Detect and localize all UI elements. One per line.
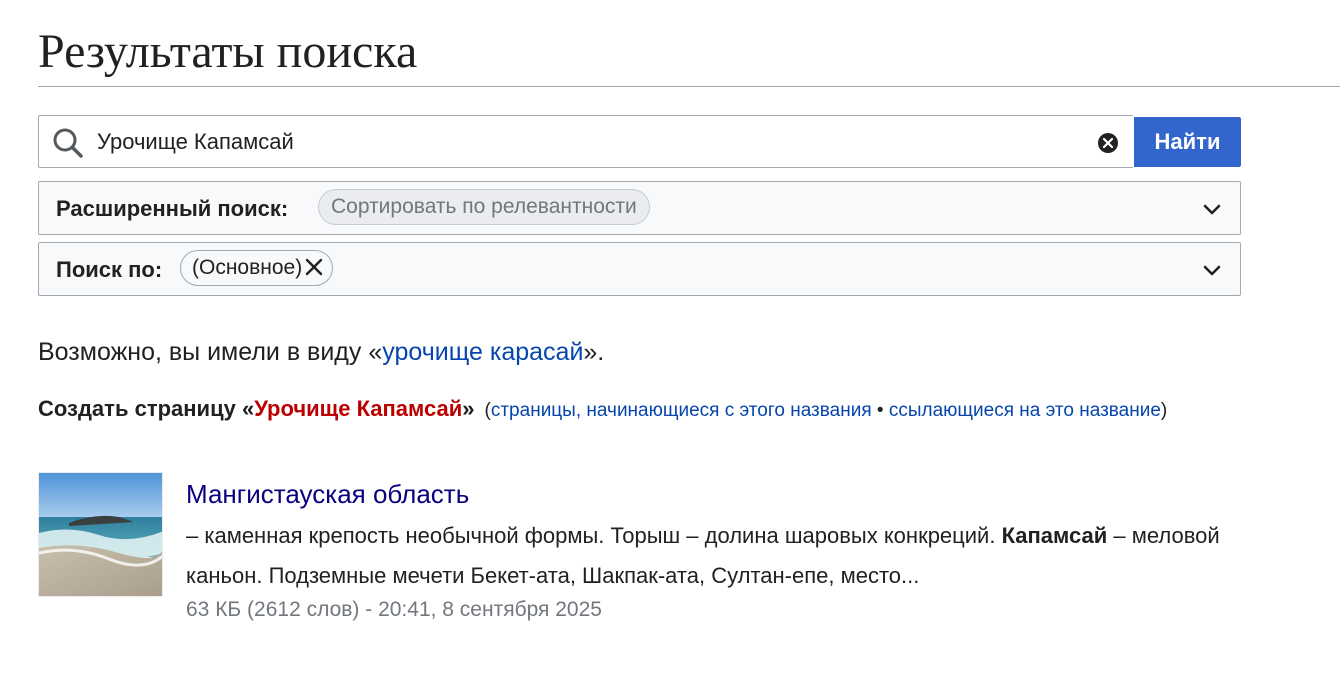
result-meta: 63 КБ (2612 слов) - 20:41, 8 сентября 20… [186,598,602,621]
sort-chip: Сортировать по релевантности [318,189,650,225]
prefix-index-link[interactable]: страницы, начинающиеся с этого названия [491,400,872,421]
meta-close: ) [1160,400,1168,421]
create-meta: (страницы, начинающиеся с этого названия… [485,400,1168,421]
meta-separator: • [871,400,889,421]
beach-image [39,473,162,596]
did-you-mean: Возможно, вы имели в виду «урочище карас… [38,336,604,368]
namespace-label: Поиск по: [56,257,163,282]
create-suffix: » [462,396,475,421]
what-links-here-link[interactable]: ссылающиеся на это название [889,400,1161,421]
clear-icon[interactable] [1097,132,1119,154]
create-prefix: Создать страницу « [38,396,255,421]
suggestion-link[interactable]: урочище карасай [382,338,583,366]
result-thumbnail[interactable] [38,472,163,597]
chevron-down-icon [1203,265,1221,276]
advanced-search-toggle[interactable]: Расширенный поиск: Сортировать по релева… [38,181,1241,235]
namespace-chip: (Основное) [180,250,334,286]
close-icon[interactable] [304,257,324,277]
advanced-search-label: Расширенный поиск: [56,196,289,221]
suggestion-suffix: ». [583,338,605,366]
search-icon [53,128,83,158]
search-box[interactable] [38,115,1133,168]
search-button[interactable]: Найти [1134,117,1241,167]
search-input[interactable] [97,116,1077,167]
page-title: Результаты поиска [38,25,418,78]
title-divider [38,86,1340,87]
namespace-chip-label: (Основное) [192,256,303,279]
create-page-line: Создать страницу «Урочище Капамсай» (стра… [38,395,1167,425]
result-snippet: – каменная крепость необычной формы. Тор… [186,516,1246,596]
chevron-down-icon [1203,204,1221,215]
create-page-link[interactable]: Урочище Капамсай [254,396,462,421]
snippet-before: – каменная крепость необычной формы. Тор… [186,523,1002,548]
snippet-match: Капамсай [1001,523,1108,548]
suggestion-prefix: Возможно, вы имели в виду « [38,338,383,366]
namespace-search-toggle[interactable]: Поиск по: (Основное) [38,242,1241,296]
result-title-link[interactable]: Мангистауская область [186,478,469,510]
